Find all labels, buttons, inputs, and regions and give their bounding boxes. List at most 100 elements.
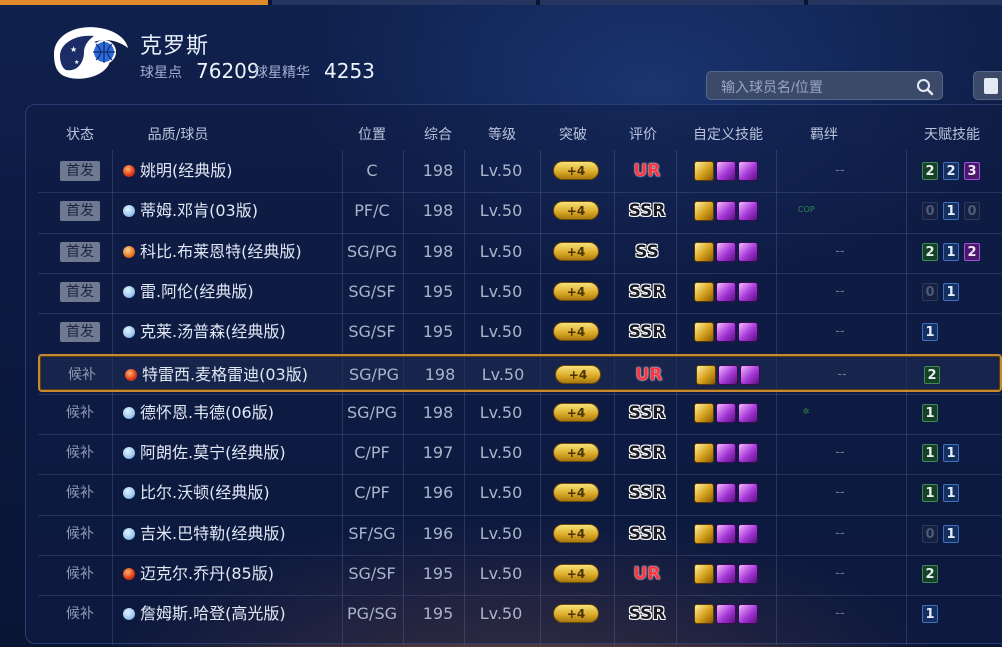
purple-skill-icon[interactable] bbox=[716, 564, 736, 584]
column-header[interactable]: 自定义技能 bbox=[682, 124, 774, 144]
talent-level-badge[interactable]: 1 bbox=[943, 202, 959, 220]
tab-active-indicator[interactable] bbox=[0, 0, 268, 5]
player-name-cell[interactable]: 阿朗佐.莫宁(经典版) bbox=[140, 434, 286, 472]
column-header[interactable]: 位置 bbox=[330, 124, 414, 144]
talent-level-badge[interactable]: 1 bbox=[922, 605, 938, 623]
column-header[interactable]: 突破 bbox=[538, 124, 608, 144]
player-row[interactable]: 候补 特雷西.麦格雷迪(03版) SG/PG 198 Lv.50 +4 UR -- 2 bbox=[38, 354, 1002, 392]
player-row[interactable]: 首发 蒂姆.邓肯(03版) PF/C 198 Lv.50 +4 SSR COP 0 1 0 bbox=[38, 192, 1002, 230]
player-name-cell[interactable]: 科比.布莱恩特(经典版) bbox=[140, 233, 302, 271]
talent-level-badge[interactable]: 2 bbox=[964, 243, 980, 261]
column-header[interactable]: 等级 bbox=[472, 124, 532, 144]
purple-skill-icon[interactable] bbox=[740, 365, 760, 385]
purple-skill-icon[interactable] bbox=[738, 524, 758, 544]
side-toggle-button[interactable] bbox=[973, 71, 1002, 100]
purple-skill-icon[interactable] bbox=[738, 322, 758, 342]
player-name-cell[interactable]: 克莱.汤普森(经典版) bbox=[140, 313, 286, 351]
column-header[interactable]: 评价 bbox=[614, 124, 672, 144]
gold-skill-icon[interactable] bbox=[694, 282, 714, 302]
gold-skill-icon[interactable] bbox=[694, 604, 714, 624]
player-name-cell[interactable]: 姚明(经典版) bbox=[140, 152, 233, 190]
search-box[interactable] bbox=[706, 71, 943, 100]
column-header[interactable]: 状态 bbox=[40, 124, 120, 144]
player-name-cell[interactable]: 迈克尔.乔丹(85版) bbox=[140, 555, 274, 593]
player-row[interactable]: 首发 克莱.汤普森(经典版) SG/SF 195 Lv.50 +4 SSR -- 1 bbox=[38, 313, 1002, 351]
player-row[interactable]: 候补 迈克尔.乔丹(85版) SG/SF 195 Lv.50 +4 UR -- 2 bbox=[38, 555, 1002, 593]
talent-level-badge[interactable]: 3 bbox=[964, 162, 980, 180]
purple-skill-icon[interactable] bbox=[716, 242, 736, 262]
purple-skill-icon[interactable] bbox=[716, 483, 736, 503]
purple-skill-icon[interactable] bbox=[738, 564, 758, 584]
purple-skill-icon[interactable] bbox=[738, 161, 758, 181]
gold-skill-icon[interactable] bbox=[694, 242, 714, 262]
column-header[interactable]: 天赋技能 bbox=[910, 124, 994, 144]
talent-level-badge[interactable]: 1 bbox=[922, 323, 938, 341]
talent-level-badge[interactable]: 2 bbox=[922, 565, 938, 583]
player-row[interactable]: 首发 姚明(经典版) C 198 Lv.50 +4 UR -- 2 2 3 bbox=[38, 152, 1002, 190]
column-header[interactable]: 品质/球员 bbox=[110, 124, 246, 144]
talent-level-badge[interactable]: 0 bbox=[964, 202, 980, 220]
purple-skill-icon[interactable] bbox=[738, 201, 758, 221]
player-row[interactable]: 候补 比尔.沃顿(经典版) C/PF 196 Lv.50 +4 SSR -- 1 1 bbox=[38, 474, 1002, 512]
purple-skill-icon[interactable] bbox=[738, 242, 758, 262]
talent-level-badge[interactable]: 1 bbox=[943, 444, 959, 462]
player-name-cell[interactable]: 雷.阿伦(经典版) bbox=[140, 273, 254, 311]
purple-skill-icon[interactable] bbox=[718, 365, 738, 385]
gold-skill-icon[interactable] bbox=[694, 161, 714, 181]
gold-skill-icon[interactable] bbox=[694, 443, 714, 463]
purple-skill-icon[interactable] bbox=[716, 282, 736, 302]
purple-skill-icon[interactable] bbox=[738, 443, 758, 463]
tab-4[interactable] bbox=[808, 0, 1002, 5]
player-name-cell[interactable]: 比尔.沃顿(经典版) bbox=[140, 474, 270, 512]
player-row[interactable]: 首发 雷.阿伦(经典版) SG/SF 195 Lv.50 +4 SSR -- 0 1 bbox=[38, 273, 1002, 311]
talent-level-badge[interactable]: 0 bbox=[922, 283, 938, 301]
gold-skill-icon[interactable] bbox=[696, 365, 716, 385]
purple-skill-icon[interactable] bbox=[716, 524, 736, 544]
talent-level-badge[interactable]: 1 bbox=[943, 283, 959, 301]
column-header[interactable]: 羁绊 bbox=[780, 124, 868, 144]
purple-skill-icon[interactable] bbox=[716, 443, 736, 463]
gold-skill-icon[interactable] bbox=[694, 403, 714, 423]
gold-skill-icon[interactable] bbox=[694, 322, 714, 342]
talent-level-badge[interactable]: 0 bbox=[922, 202, 938, 220]
talent-level-badge[interactable]: 1 bbox=[922, 484, 938, 502]
tab-2[interactable] bbox=[272, 0, 536, 5]
talent-level-badge[interactable]: 2 bbox=[922, 243, 938, 261]
player-row[interactable]: 候补 詹姆斯.哈登(高光版) PG/SG 195 Lv.50 +4 SSR -- 1 bbox=[38, 595, 1002, 633]
purple-skill-icon[interactable] bbox=[738, 483, 758, 503]
talent-level-badge[interactable]: 1 bbox=[943, 243, 959, 261]
purple-skill-icon[interactable] bbox=[716, 604, 736, 624]
talent-level-badge[interactable]: 2 bbox=[922, 162, 938, 180]
player-row[interactable]: 首发 科比.布莱恩特(经典版) SG/PG 198 Lv.50 +4 SS -- 2 1 2 bbox=[38, 233, 1002, 271]
tab-3[interactable] bbox=[540, 0, 804, 5]
talent-level-badge[interactable]: 1 bbox=[922, 404, 938, 422]
player-name-cell[interactable]: 特雷西.麦格雷迪(03版) bbox=[142, 356, 308, 394]
player-row[interactable]: 候补 阿朗佐.莫宁(经典版) C/PF 197 Lv.50 +4 SSR -- 1 1 bbox=[38, 434, 1002, 472]
column-header[interactable]: 综合 bbox=[413, 124, 463, 144]
bond-icon[interactable]: COP bbox=[798, 204, 815, 216]
purple-skill-icon[interactable] bbox=[738, 604, 758, 624]
gold-skill-icon[interactable] bbox=[694, 201, 714, 221]
talent-level-badge[interactable]: 2 bbox=[943, 162, 959, 180]
gold-skill-icon[interactable] bbox=[694, 524, 714, 544]
player-row[interactable]: 候补 德怀恩.韦德(06版) SG/PG 198 Lv.50 +4 SSR ✲ 1 bbox=[38, 394, 1002, 432]
talent-level-badge[interactable]: 1 bbox=[943, 484, 959, 502]
talent-level-badge[interactable]: 0 bbox=[922, 525, 938, 543]
player-row[interactable]: 候补 吉米.巴特勒(经典版) SF/SG 196 Lv.50 +4 SSR -- 0 1 bbox=[38, 515, 1002, 553]
talent-level-badge[interactable]: 1 bbox=[943, 525, 959, 543]
search-icon[interactable] bbox=[916, 78, 934, 96]
purple-skill-icon[interactable] bbox=[738, 403, 758, 423]
player-name-cell[interactable]: 吉米.巴特勒(经典版) bbox=[140, 515, 286, 553]
purple-skill-icon[interactable] bbox=[716, 403, 736, 423]
purple-skill-icon[interactable] bbox=[738, 282, 758, 302]
search-input[interactable] bbox=[719, 75, 913, 99]
purple-skill-icon[interactable] bbox=[716, 161, 736, 181]
purple-skill-icon[interactable] bbox=[716, 201, 736, 221]
player-name-cell[interactable]: 蒂姆.邓肯(03版) bbox=[140, 192, 258, 230]
bond-emblem-icon[interactable]: ✲ bbox=[798, 406, 814, 418]
gold-skill-icon[interactable] bbox=[694, 483, 714, 503]
purple-skill-icon[interactable] bbox=[716, 322, 736, 342]
player-name-cell[interactable]: 詹姆斯.哈登(高光版) bbox=[140, 595, 286, 633]
player-name-cell[interactable]: 德怀恩.韦德(06版) bbox=[140, 394, 274, 432]
talent-level-badge[interactable]: 2 bbox=[924, 366, 940, 384]
